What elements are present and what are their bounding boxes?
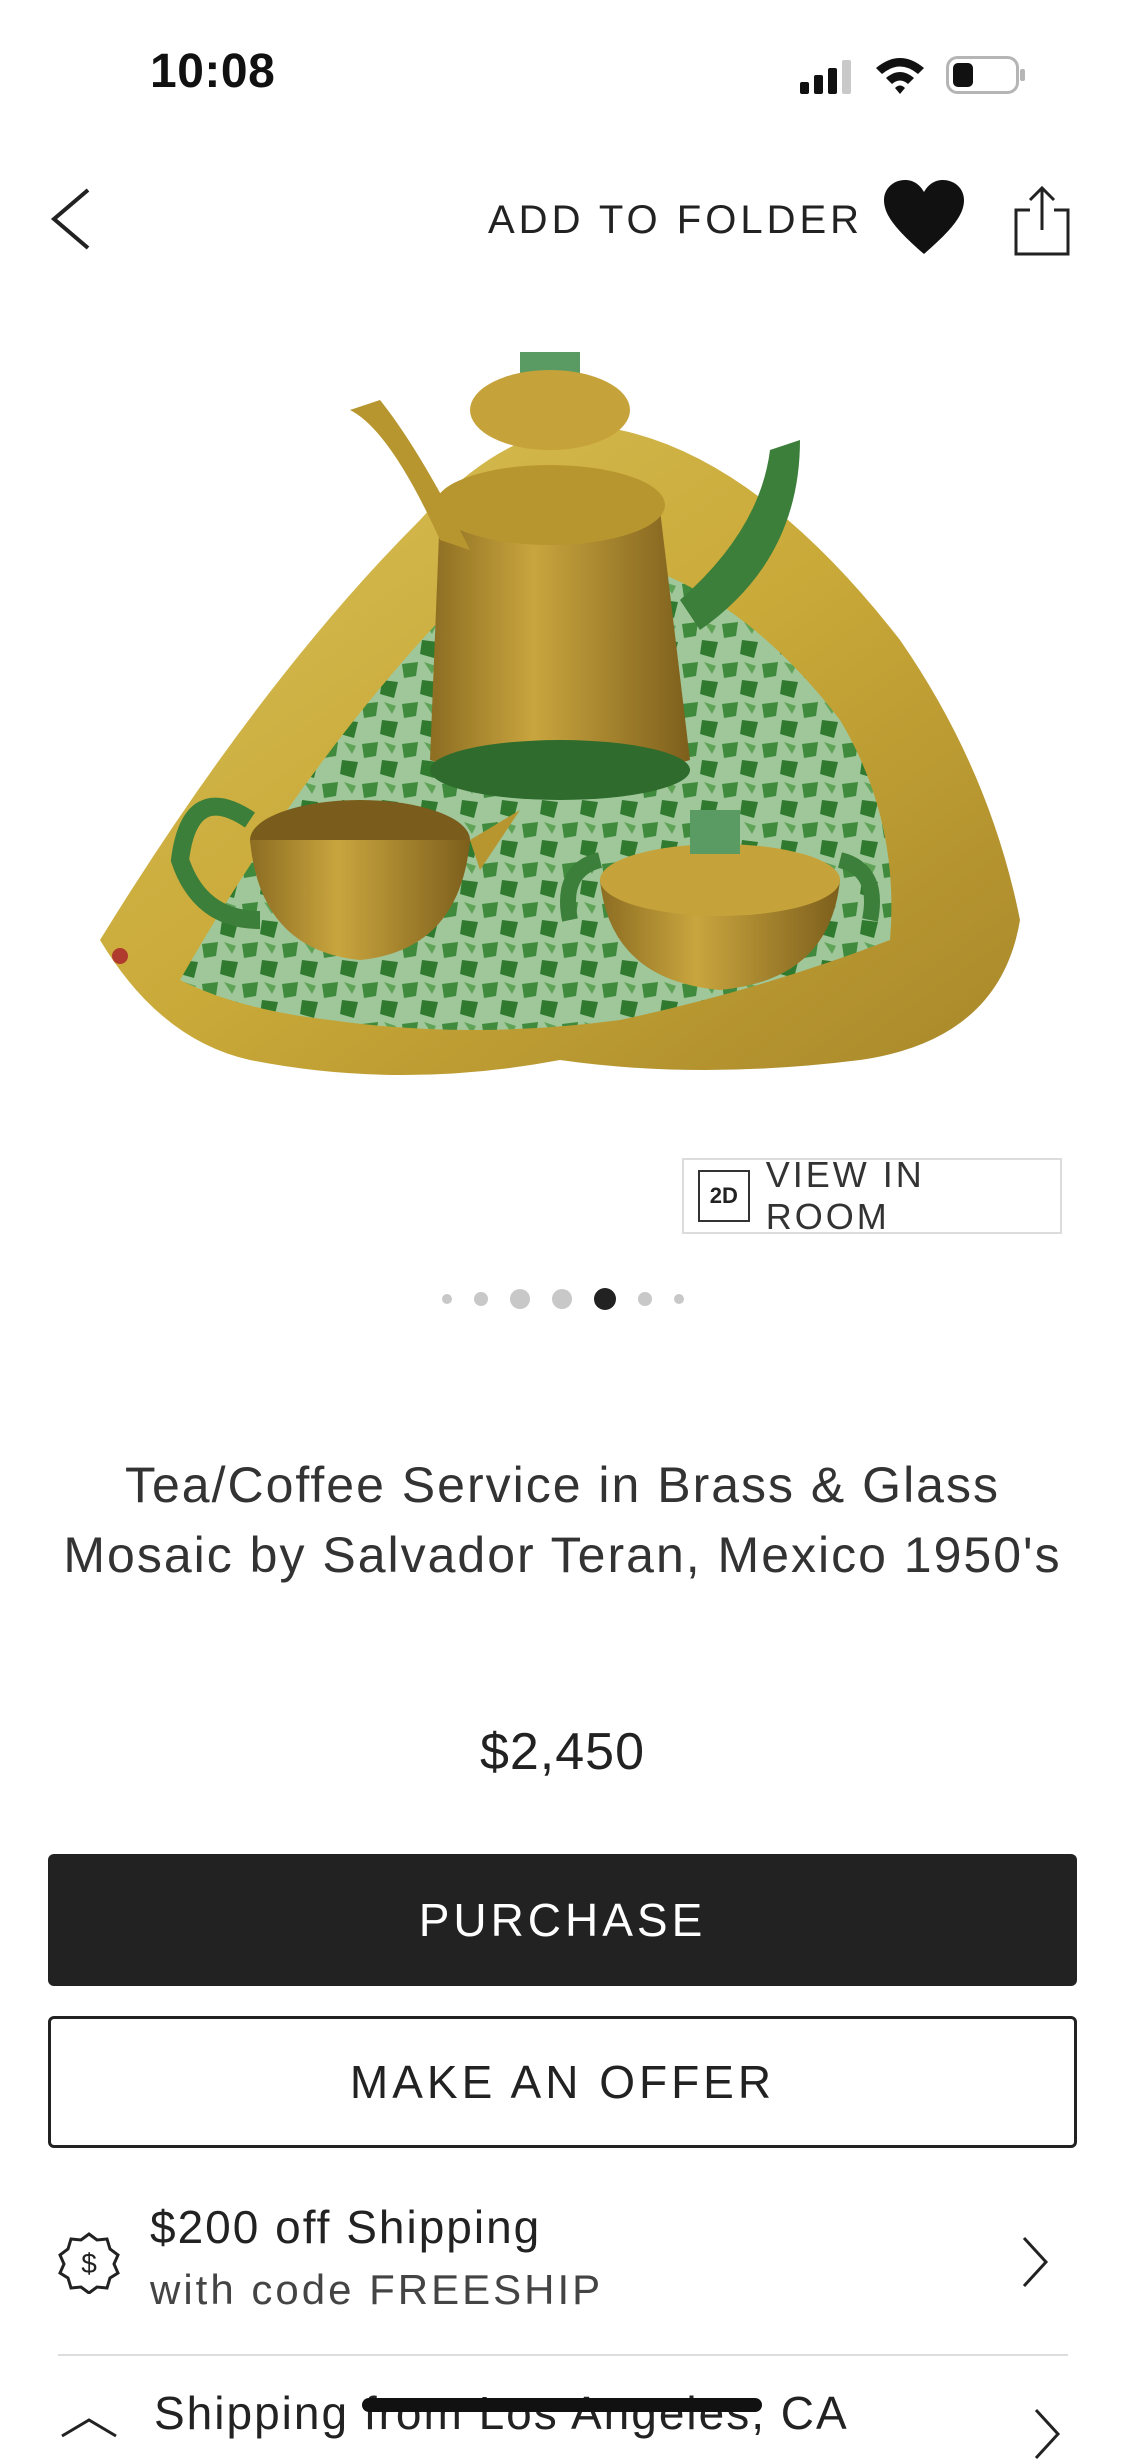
carousel-dot[interactable]: [473, 1292, 488, 1306]
chevron-right-icon: [1022, 2236, 1049, 2288]
carousel-dot[interactable]: [551, 1289, 572, 1309]
purchase-button[interactable]: PURCHASE: [48, 1854, 1077, 1986]
product-image[interactable]: [0, 300, 1125, 1240]
carousel-dot-active[interactable]: [593, 1288, 616, 1310]
view-2d-icon: 2D: [698, 1170, 750, 1222]
carousel-dot[interactable]: [673, 1294, 684, 1304]
favorite-heart-icon[interactable]: [884, 180, 964, 256]
back-chevron-icon[interactable]: [48, 186, 94, 252]
battery-icon: [946, 56, 1025, 94]
svg-text:$: $: [81, 2248, 97, 2279]
carousel-dot[interactable]: [509, 1289, 530, 1309]
carousel-dots[interactable]: [0, 1284, 1125, 1314]
shipping-promo-row[interactable]: $ $200 off Shipping with code FREESHIP: [58, 2188, 1068, 2338]
product-price: $2,450: [479, 1723, 646, 1781]
cellular-signal-icon: [800, 60, 851, 94]
status-time: 10:08: [150, 45, 276, 98]
shipping-origin-label[interactable]: Shipping from Los Angeles, CA: [154, 2386, 849, 2440]
view-in-room-label: VIEW IN ROOM: [765, 1154, 925, 1237]
divider: [58, 2354, 1068, 2356]
chevron-right-icon: [1034, 2408, 1061, 2460]
wifi-icon: [876, 58, 924, 94]
product-title: Tea/Coffee Service in Brass & Glass Mosa…: [63, 1457, 1062, 1583]
shipping-promo-title: $200 off Shipping: [150, 2201, 542, 2253]
add-to-folder-button[interactable]: ADD TO FOLDER: [488, 198, 863, 243]
share-icon[interactable]: [1014, 184, 1070, 256]
shipping-box-icon: [61, 2418, 117, 2438]
dollar-badge-icon: $: [58, 2232, 120, 2294]
carousel-dot[interactable]: [441, 1294, 452, 1304]
shipping-promo-code: with code FREESHIP: [150, 2266, 604, 2313]
view-in-room-button[interactable]: 2D VIEW IN ROOM: [682, 1154, 1062, 1237]
home-indicator[interactable]: [362, 2398, 762, 2412]
make-offer-button[interactable]: MAKE AN OFFER: [48, 2016, 1077, 2148]
carousel-dot[interactable]: [637, 1292, 652, 1306]
